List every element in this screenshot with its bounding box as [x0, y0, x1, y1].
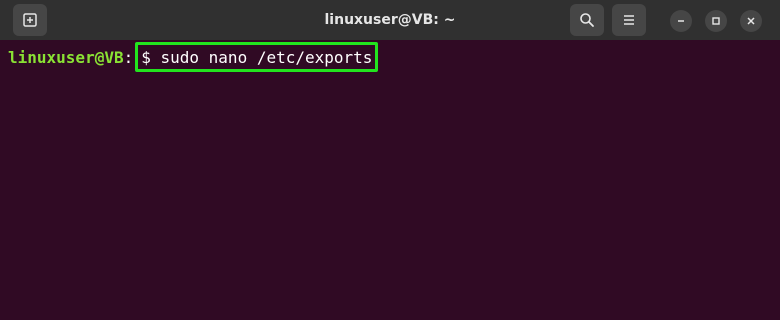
prompt-separator: : [123, 47, 134, 67]
title-bar: linuxuser@VB: ~ [0, 0, 780, 40]
window-title: linuxuser@VB: ~ [324, 12, 456, 28]
terminal-output-area[interactable]: linuxuser@VB: $ sudo nano /etc/exports [0, 40, 780, 320]
close-button[interactable] [740, 10, 762, 32]
search-button[interactable] [570, 4, 604, 36]
minimize-button[interactable] [670, 10, 692, 32]
scrollbar[interactable] [772, 44, 778, 316]
prompt-user-host: linuxuser@VB [8, 47, 124, 67]
search-icon [579, 12, 595, 28]
terminal-window: linuxuser@VB: ~ linuxuser@VB: $ sudo na… [0, 0, 780, 320]
hamburger-menu-icon [622, 13, 636, 27]
menu-button[interactable] [612, 4, 646, 36]
minimize-icon [676, 16, 686, 26]
close-icon [746, 16, 756, 26]
new-tab-icon [22, 12, 38, 28]
command-line: linuxuser@VB: $ sudo nano /etc/exports [8, 42, 379, 72]
highlighted-command: $ sudo nano /etc/exports [135, 42, 379, 72]
maximize-button[interactable] [705, 10, 727, 32]
new-tab-button[interactable] [13, 4, 47, 36]
maximize-icon [711, 16, 721, 26]
